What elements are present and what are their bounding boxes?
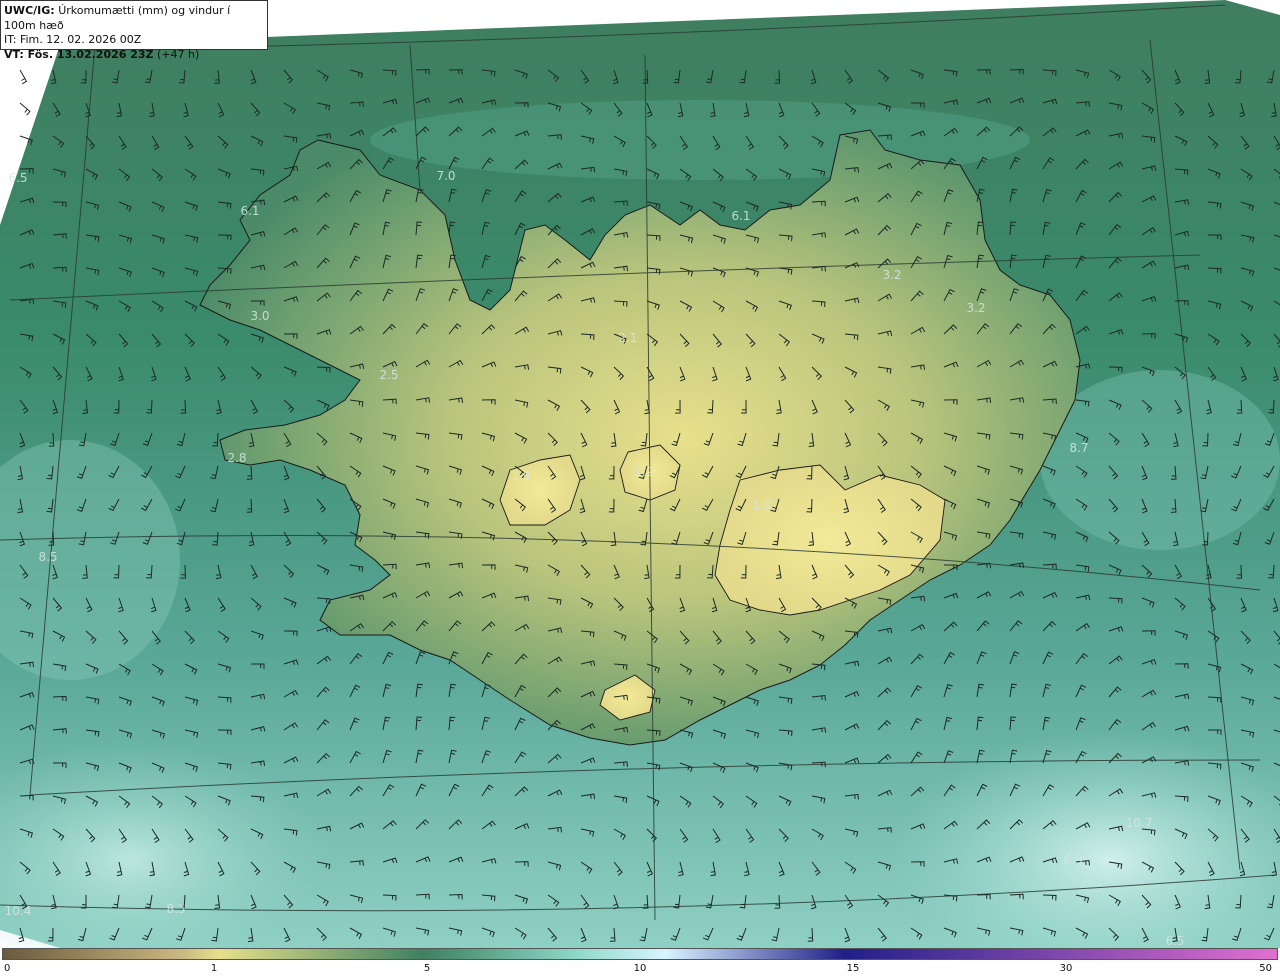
- legend-tick: 10: [633, 963, 647, 974]
- valid-time: VT: Fös. 13.02.2026 23Z: [4, 47, 154, 61]
- legend-tick: 15: [846, 963, 860, 974]
- lead-time: (+47 h): [157, 47, 200, 61]
- map-value-label: 10.4: [5, 904, 32, 918]
- map-value-label: 2.1: [618, 331, 637, 345]
- map-value-label: 2.5: [379, 368, 398, 382]
- init-time: IT: Fim. 12. 02. 2026 00Z: [4, 33, 142, 46]
- legend-tick: 5: [423, 963, 431, 974]
- map-value-label: 1.9: [511, 469, 530, 483]
- legend-tick: 0: [4, 963, 11, 974]
- map-value-label: 1.0: [752, 498, 771, 512]
- model-prefix: UWC/IG:: [4, 4, 55, 17]
- forecast-map[interactable]: 6.5 6.1 7.0 6.1 3.2 3.2 3.0 2.5 2.1 2.8 1.9 1.2 1.0 8…: [0, 0, 1280, 948]
- legend-tick: 1: [210, 963, 218, 974]
- forecast-info-box: UWC/IG: Úrkomumætti (mm) og vindur í 100…: [0, 0, 268, 61]
- map-value-label: 2.8: [227, 451, 246, 465]
- map-value-label: 3.0: [250, 309, 269, 323]
- map-value-label: 8.7: [1069, 441, 1088, 455]
- legend-color-bar: [2, 948, 1278, 960]
- map-value-label: 8.5: [166, 902, 185, 916]
- map-value-label: 3.2: [966, 301, 985, 315]
- map-value-label: 10.7: [1126, 816, 1153, 830]
- color-legend: 0 1 5 10 15 30 50: [0, 948, 1280, 978]
- map-value-label: 1.2: [634, 465, 653, 479]
- legend-tick: 50: [1259, 963, 1272, 974]
- map-value-label: 6.1: [240, 204, 259, 218]
- map-value-label: 6.3: [1063, 853, 1082, 867]
- map-value-label: 6.1: [731, 209, 750, 223]
- map-value-label: 6.5: [1165, 934, 1184, 948]
- map-value-label: 7.0: [436, 169, 455, 183]
- map-value-label: 8.5: [38, 550, 57, 564]
- map-value-label: 3.2: [882, 268, 901, 282]
- map-value-label: 6.5: [8, 171, 27, 185]
- legend-tick: 30: [1059, 963, 1073, 974]
